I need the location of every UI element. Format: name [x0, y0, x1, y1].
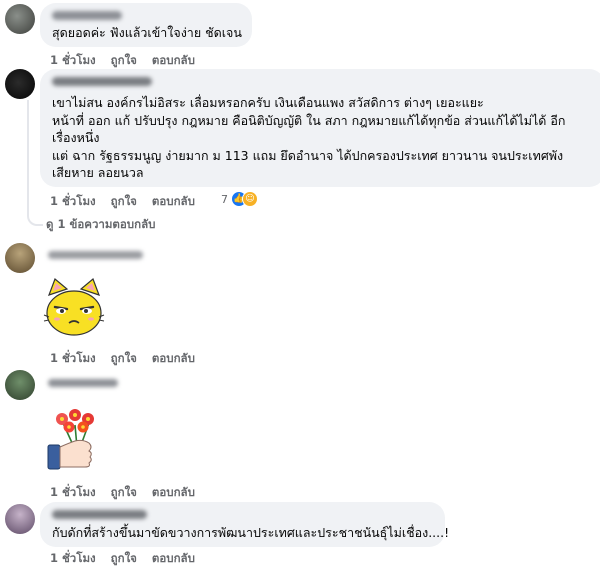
avatar[interactable] — [5, 370, 35, 400]
comment-actions: 1 ชั่วโมง ถูกใจ ตอบกลับ — [50, 350, 195, 368]
like-button[interactable]: ถูกใจ — [111, 193, 137, 211]
comment-text: กับดักที่สร้างขึ้นมาขัดขวางการพัฒนาประเท… — [52, 525, 450, 540]
like-button[interactable]: ถูกใจ — [111, 550, 137, 568]
reaction-count: 7 — [221, 192, 228, 206]
author-name-blurred[interactable] — [52, 77, 152, 86]
view-replies-link[interactable]: ดู 1 ข้อความตอบกลับ — [46, 216, 155, 234]
timestamp[interactable]: 1 ชั่วโมง — [50, 550, 96, 568]
reaction-summary[interactable]: 7 👍 ☺ — [221, 191, 258, 207]
comment-bubble: กับดักที่สร้างขึ้นมาขัดขวางการพัฒนาประเท… — [40, 502, 449, 547]
author-name-blurred[interactable] — [52, 11, 122, 20]
reply-button[interactable]: ตอบกลับ — [152, 550, 195, 568]
author-name-blurred[interactable] — [48, 251, 143, 259]
reply-button[interactable]: ตอบกลับ — [152, 484, 195, 502]
comment-actions: 1 ชั่วโมง ถูกใจ ตอบกลับ — [50, 550, 195, 568]
comment-actions: 1 ชั่วโมง ถูกใจ ตอบกลับ — [50, 193, 195, 211]
author-name-blurred[interactable] — [52, 510, 147, 519]
author-name-blurred[interactable] — [48, 379, 118, 387]
comment-bubble: เขาไม่สน องค์กรไม่อิสระ เลื่อมหรอกครับ เ… — [40, 69, 600, 187]
avatar[interactable] — [5, 69, 35, 99]
comment-bubble: สุดยอดค่ะ ฟังแล้วเข้าใจง่าย ชัดเจน — [40, 3, 252, 47]
reply-button[interactable]: ตอบกลับ — [152, 52, 195, 70]
comment-text-line: แต่ ฉาก รัฐธรรมนูญ ง่ายมาก ม 113 แถม ยึด… — [52, 147, 564, 163]
reply-button[interactable]: ตอบกลับ — [152, 193, 195, 211]
avatar[interactable] — [5, 504, 35, 534]
like-button[interactable]: ถูกใจ — [111, 350, 137, 368]
like-button[interactable]: ถูกใจ — [111, 484, 137, 502]
comment-text-line: เรื่องหนึ่ง — [52, 130, 100, 145]
avatar[interactable] — [5, 4, 35, 34]
comment-text-line: หน้าที่ ออก แก้ ปรับปรุง กฎหมาย คือนิติบ… — [52, 112, 566, 128]
comment-actions: 1 ชั่วโมง ถูกใจ ตอบกลับ — [50, 484, 195, 502]
timestamp[interactable]: 1 ชั่วโมง — [50, 484, 96, 502]
timestamp[interactable]: 1 ชั่วโมง — [50, 193, 96, 211]
comment-text-line: เสียหาย ลอยนวล — [52, 165, 144, 180]
flower-thumbs-up-sticker — [45, 405, 103, 471]
haha-reaction-icon: ☺ — [242, 191, 258, 207]
comment-text: สุดยอดค่ะ ฟังแล้วเข้าใจง่าย ชัดเจน — [52, 25, 242, 40]
timestamp[interactable]: 1 ชั่วโมง — [50, 350, 96, 368]
cat-sticker — [43, 277, 105, 339]
comment-actions: 1 ชั่วโมง ถูกใจ ตอบกลับ — [50, 52, 195, 70]
timestamp[interactable]: 1 ชั่วโมง — [50, 52, 96, 70]
reply-button[interactable]: ตอบกลับ — [152, 350, 195, 368]
like-button[interactable]: ถูกใจ — [111, 52, 137, 70]
comment-text-line: เขาไม่สน องค์กรไม่อิสระ เลื่อมหรอกครับ เ… — [52, 95, 484, 110]
avatar[interactable] — [5, 243, 35, 273]
